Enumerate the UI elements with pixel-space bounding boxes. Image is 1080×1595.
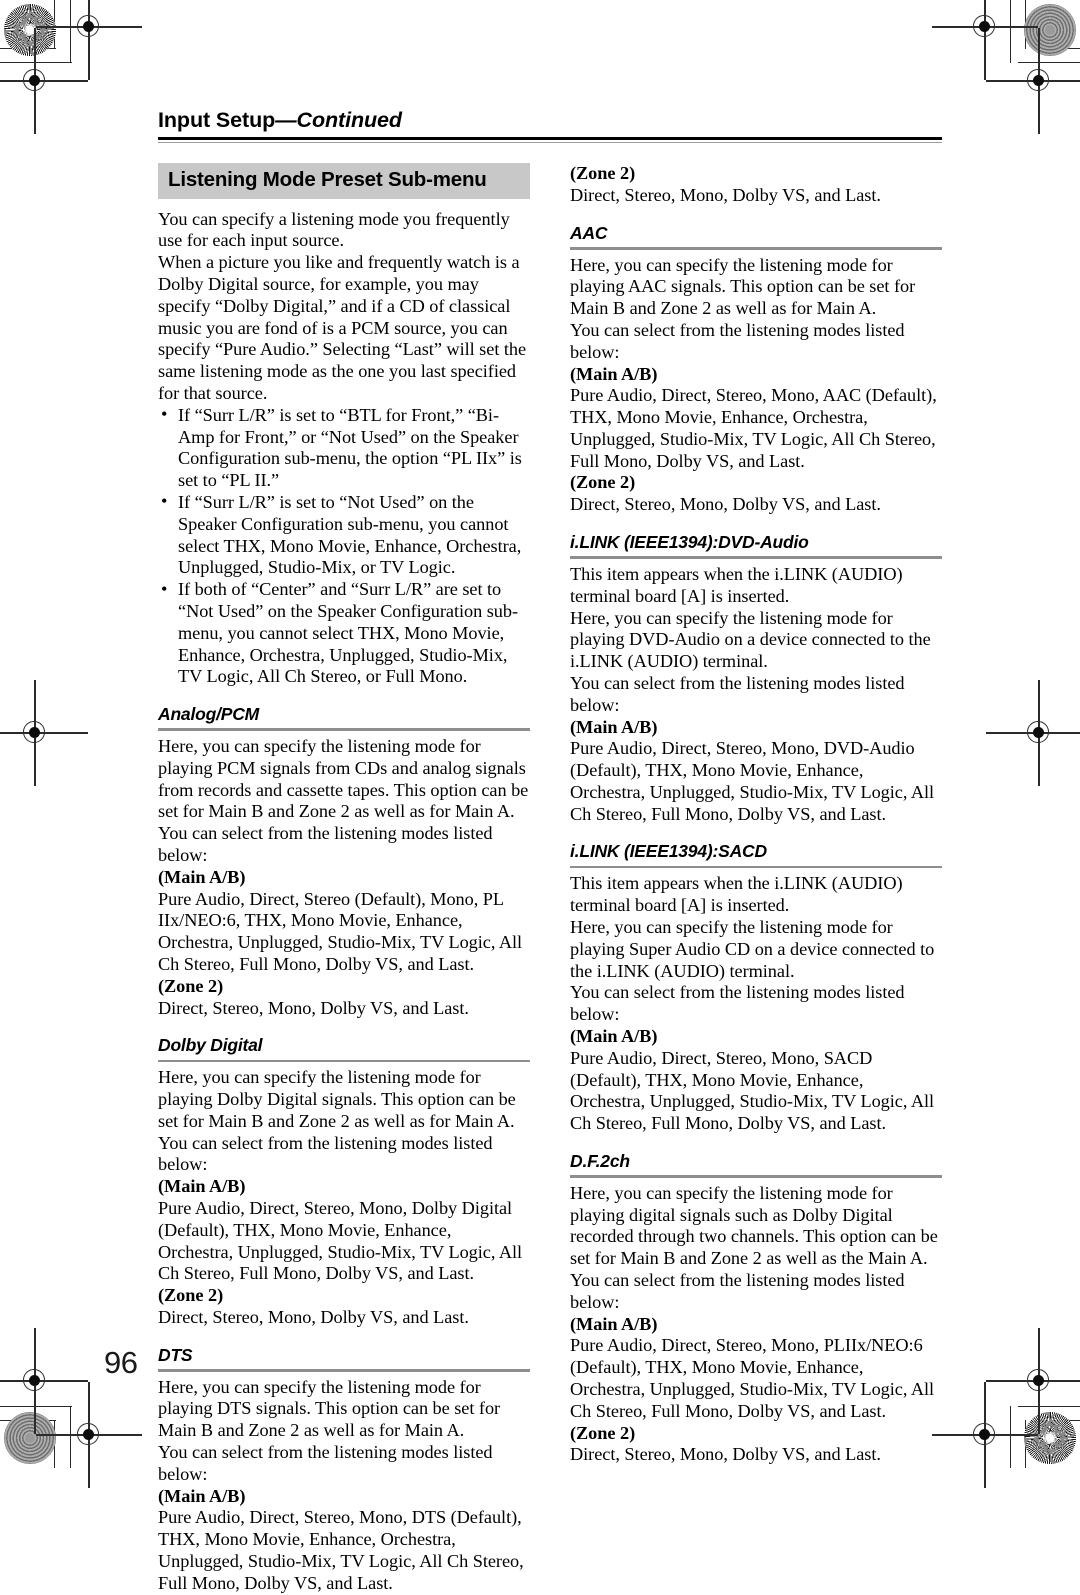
section-heading: DTS: [158, 1344, 193, 1365]
zone2-label: (Zone 2): [570, 1422, 636, 1443]
main-ab-label: (Main A/B): [570, 363, 658, 384]
select-modes-line: You can select from the listening modes …: [158, 823, 493, 865]
main-ab-modes: Pure Audio, Direct, Stereo, Mono, DVD-Au…: [570, 738, 935, 824]
list-item: • If both of “Center” and “Surr L/R” are …: [158, 579, 530, 688]
list-item-text: If both of “Center” and “Surr L/R” are s…: [178, 579, 518, 687]
bullet-icon: •: [161, 578, 168, 599]
select-modes-line: You can select from the listening modes …: [570, 319, 905, 362]
select-modes-line: You can select from the listening modes …: [570, 672, 905, 715]
section-body: Here, you can specify the listening mode…: [570, 1182, 938, 1269]
list-item-text: If “Surr L/R” is set to “BTL for Front,”…: [178, 404, 522, 491]
section-heading-rule: [158, 1059, 530, 1063]
section-body: Here, you can specify the listening mode…: [158, 1376, 501, 1441]
section-body: Here, you can specify the listening mode…: [158, 1067, 516, 1131]
section-heading: Analog/PCM: [158, 704, 260, 725]
intro-paragraph-2: When a picture you like and frequently w…: [158, 252, 527, 403]
select-modes-line: You can select from the listening modes …: [570, 982, 905, 1025]
list-item: • If “Surr L/R” is set to “BTL for Front,…: [158, 404, 530, 492]
select-modes-line: You can select from the listening modes …: [570, 1269, 905, 1312]
section-heading: i.LINK (IEEE1394):DVD-Audio: [570, 532, 809, 553]
page-title-main: Input Setup: [158, 108, 276, 132]
main-ab-label: (Main A/B): [570, 716, 658, 737]
main-ab-modes: Pure Audio, Direct, Stereo (Default), Mo…: [158, 888, 523, 974]
zone2-modes: Direct, Stereo, Mono, Dolby VS, and Last…: [570, 494, 881, 515]
main-ab-label: (Main A/B): [570, 1313, 658, 1334]
left-column: Listening Mode Preset Sub-menu You can s…: [158, 163, 530, 1595]
section-heading: D.F.2ch: [570, 1150, 630, 1171]
bullet-icon: •: [161, 491, 168, 512]
section-aac: AAC Here, you can specify the listening …: [570, 222, 942, 516]
section-heading: i.LINK (IEEE1394):SACD: [570, 841, 767, 862]
zone2-modes: Direct, Stereo, Mono, Dolby VS, and Last…: [158, 1306, 469, 1327]
main-ab-modes: Pure Audio, Direct, Stereo, Mono, Dolby …: [158, 1197, 523, 1284]
page-number: 96: [104, 1345, 138, 1380]
main-ab-label: (Main A/B): [570, 1025, 658, 1046]
bullet-icon: •: [161, 404, 168, 425]
section-df2ch: D.F.2ch Here, you can specify the listen…: [570, 1150, 942, 1466]
section-analog-pcm: Analog/PCM Here, you can specify the lis…: [158, 704, 530, 1019]
list-item-text: If “Surr L/R” is set to “Not Used” on th…: [178, 491, 522, 578]
select-modes-line: You can select from the listening modes …: [158, 1442, 493, 1484]
main-ab-modes: Pure Audio, Direct, Stereo, Mono, SACD (…: [570, 1047, 935, 1134]
zone2-label: (Zone 2): [570, 472, 636, 493]
section-dts: DTS Here, you can specify the listening …: [158, 1344, 530, 1595]
right-column: (Zone 2) Direct, Stereo, Mono, Dolby VS,…: [570, 163, 942, 1466]
section-dolby-digital: Dolby Digital Here, you can specify the …: [158, 1036, 530, 1328]
zone2-modes: Direct, Stereo, Mono, Dolby VS, and Last…: [570, 184, 881, 205]
list-item: • If “Surr L/R” is set to “Not Used” on t…: [158, 491, 530, 579]
section-heading: AAC: [570, 222, 608, 243]
section-heading-rule: [570, 246, 942, 250]
section-body: Here, you can specify the listening mode…: [570, 607, 931, 672]
section-heading-rule: [570, 865, 942, 869]
page-title: Input Setup—Continued: [158, 108, 942, 132]
page-content: Input Setup—Continued Listening Mode Pre…: [158, 108, 942, 1593]
main-ab-label: (Main A/B): [158, 1485, 246, 1506]
section-body: Here, you can specify the listening mode…: [570, 254, 916, 319]
zone2-label: (Zone 2): [158, 975, 224, 996]
zone2-modes: Direct, Stereo, Mono, Dolby VS, and Last…: [570, 1444, 881, 1465]
section-heading-rule: [570, 1175, 942, 1178]
main-ab-modes: Pure Audio, Direct, Stereo, Mono, DTS (D…: [158, 1507, 524, 1593]
section-ilink-dvd-audio: i.LINK (IEEE1394):DVD-Audio This item ap…: [570, 532, 942, 825]
main-ab-label: (Main A/B): [158, 1176, 246, 1197]
section-body: Here, you can specify the listening mode…: [158, 736, 529, 822]
section-heading-rule: [158, 1369, 530, 1372]
intro-bullet-list: • If “Surr L/R” is set to “BTL for Front,…: [158, 404, 530, 688]
section-banner: Listening Mode Preset Sub-menu: [158, 163, 530, 199]
select-modes-line: You can select from the listening modes …: [158, 1132, 493, 1175]
manual-page: Input Setup—Continued Listening Mode Pre…: [0, 0, 1080, 1593]
section-body-availability: This item appears when the i.LINK (AUDIO…: [570, 563, 903, 606]
section-heading-rule: [158, 728, 530, 731]
main-ab-modes: Pure Audio, Direct, Stereo, Mono, AAC (D…: [570, 385, 937, 471]
section-body: Here, you can specify the listening mode…: [570, 916, 935, 981]
zone2-label: (Zone 2): [158, 1285, 224, 1306]
header-rule: [158, 137, 942, 144]
intro-paragraph-1: You can specify a listening mode you fre…: [158, 208, 510, 251]
section-body-availability: This item appears when the i.LINK (AUDIO…: [570, 873, 903, 916]
section-heading: Dolby Digital: [158, 1035, 263, 1056]
section-heading-rule: [570, 556, 942, 559]
main-ab-modes: Pure Audio, Direct, Stereo, Mono, PLIIx/…: [570, 1335, 935, 1421]
zone2-label: (Zone 2): [570, 163, 636, 184]
section-ilink-sacd: i.LINK (IEEE1394):SACD This item appears…: [570, 842, 942, 1134]
zone2-modes: Direct, Stereo, Mono, Dolby VS, and Last…: [158, 997, 469, 1018]
main-ab-label: (Main A/B): [158, 866, 246, 887]
page-title-continued: —Continued: [275, 108, 402, 132]
